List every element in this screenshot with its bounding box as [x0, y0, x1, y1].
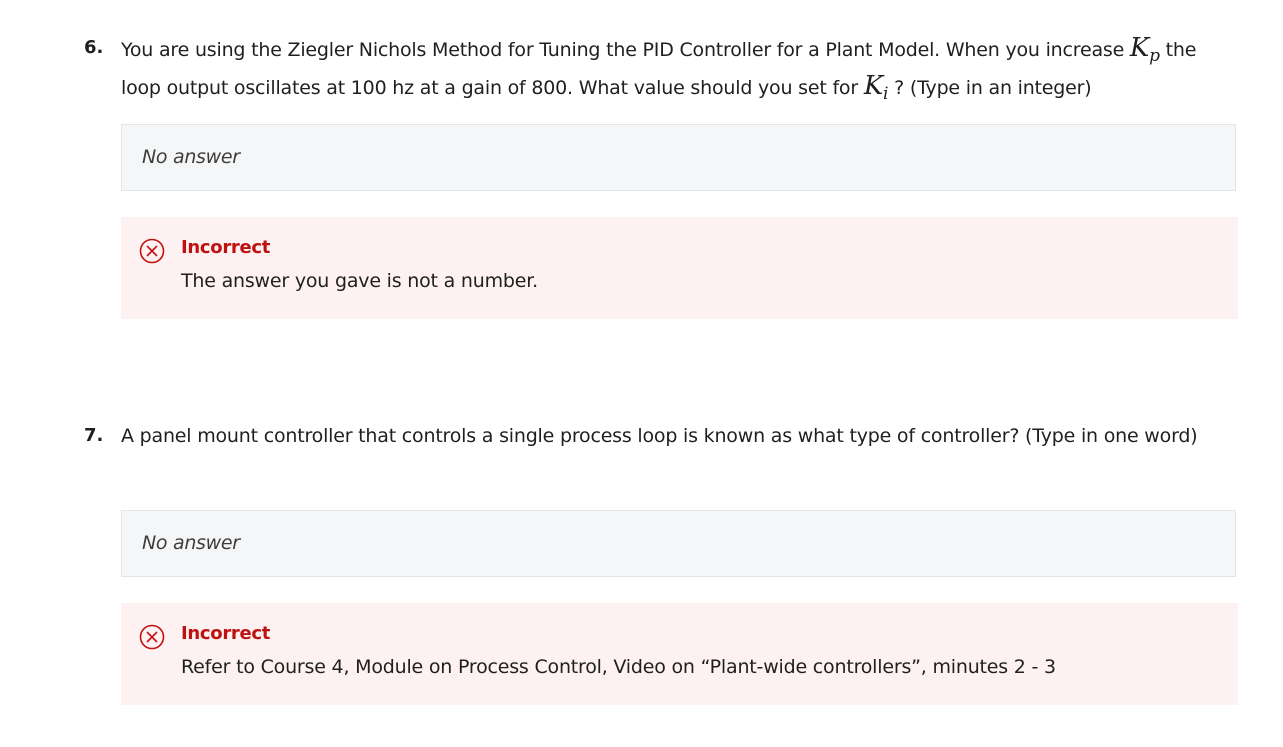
close-circle-icon — [139, 238, 165, 264]
close-circle-icon — [139, 624, 165, 650]
question-text-part: You are using the Ziegler Nichols Method… — [121, 39, 1130, 61]
question-text: You are using the Ziegler Nichols Method… — [121, 30, 1236, 106]
question-text: A panel mount controller that controls a… — [121, 425, 1198, 447]
math-k-p: Kp — [1129, 33, 1160, 66]
answer-box: No answer — [121, 510, 1236, 577]
question-text-part: ? (Type in an integer) — [888, 77, 1092, 99]
answer-value: No answer — [142, 532, 240, 554]
feedback-incorrect: Incorrect Refer to Course 4, Module on P… — [121, 603, 1238, 705]
question-number: 6. — [84, 37, 104, 58]
feedback-status: Incorrect — [181, 623, 271, 644]
feedback-message: Refer to Course 4, Module on Process Con… — [181, 656, 1056, 678]
answer-box: No answer — [121, 124, 1236, 191]
math-k-i: Ki — [863, 71, 889, 103]
question-number: 7. — [84, 425, 104, 446]
math-base: K — [863, 71, 884, 101]
answer-value: No answer — [142, 146, 240, 168]
feedback-message: The answer you gave is not a number. — [181, 270, 538, 292]
feedback-incorrect: Incorrect The answer you gave is not a n… — [121, 217, 1238, 319]
math-subscript: p — [1149, 46, 1160, 66]
feedback-status: Incorrect — [181, 237, 271, 258]
math-base: K — [1129, 33, 1150, 63]
